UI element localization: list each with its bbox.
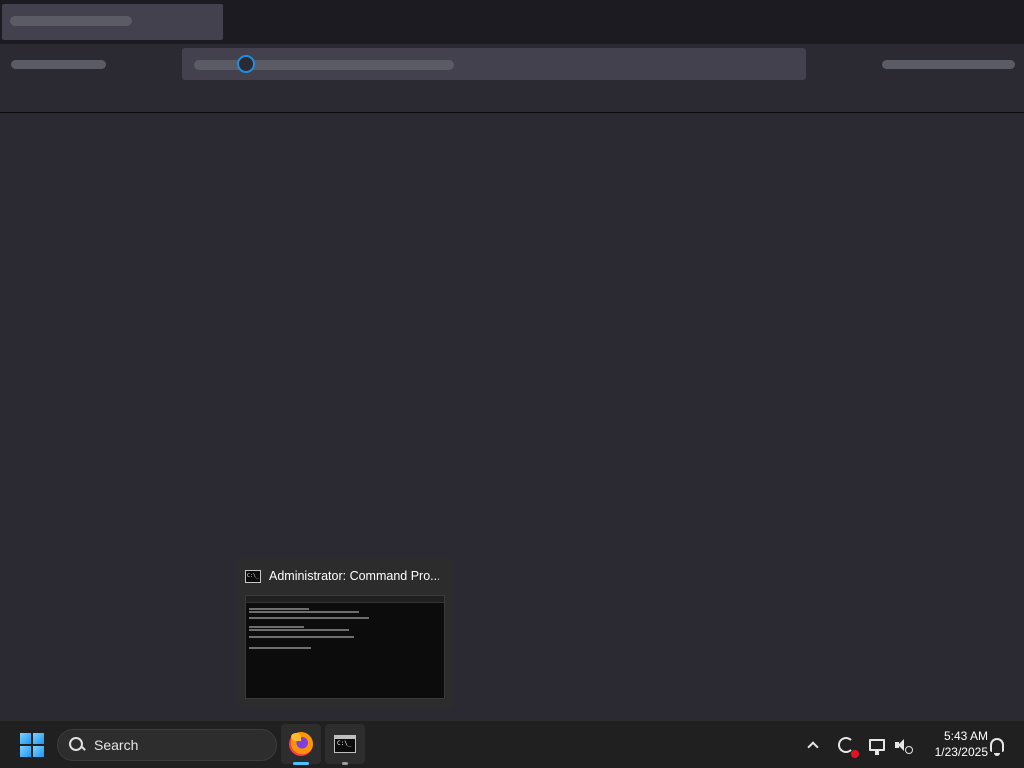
browser-tab-placeholder[interactable] [2, 4, 223, 40]
volume-button[interactable] [891, 733, 915, 757]
loading-spinner-icon [237, 55, 255, 73]
thumbnail-text-line [249, 611, 359, 613]
bell-icon [990, 738, 1004, 756]
windows-logo-icon [20, 733, 44, 757]
sync-icon [838, 737, 859, 758]
browser-content-area [0, 113, 1024, 720]
thumbnail-text-line [249, 647, 311, 649]
toolbar-menu-placeholder [882, 60, 1015, 69]
firefox-icon [289, 732, 313, 756]
search-label: Search [94, 737, 139, 753]
show-hidden-icons-button[interactable] [801, 733, 825, 757]
command-prompt-icon [245, 569, 261, 583]
taskbar-clock[interactable]: 5:43 AM 1/23/2025 [918, 728, 988, 760]
tab-title-placeholder [10, 16, 132, 26]
thumbnail-text-line [249, 629, 349, 631]
url-text-placeholder [194, 60, 454, 70]
chevron-up-icon [807, 741, 819, 753]
thumbnail-text-line [249, 626, 304, 628]
taskbar-thumbnail-preview[interactable]: Administrator: Command Pro... [237, 558, 454, 708]
nav-buttons-placeholder [11, 60, 106, 69]
taskbar-app-firefox[interactable] [281, 724, 321, 765]
network-icon [869, 739, 885, 755]
running-indicator [342, 762, 348, 765]
sync-status-button[interactable] [834, 733, 859, 758]
thumbnail-text-line [249, 617, 369, 619]
preview-window-thumbnail[interactable] [245, 595, 445, 699]
taskbar-app-command-prompt[interactable] [325, 724, 365, 765]
command-prompt-icon [334, 735, 356, 753]
network-button[interactable] [865, 733, 889, 757]
url-bar[interactable] [182, 48, 806, 80]
thumbnail-text-line [249, 608, 309, 610]
clock-date: 1/23/2025 [934, 745, 988, 759]
preview-title: Administrator: Command Pro... [269, 569, 439, 583]
notifications-button[interactable] [985, 733, 1009, 757]
taskbar-search-box[interactable]: Search [57, 729, 277, 761]
taskbar: Search 5:43 AM 1/23/2025 [0, 720, 1024, 768]
active-indicator [293, 762, 309, 765]
clock-time: 5:43 AM [943, 729, 988, 743]
search-icon [68, 736, 86, 754]
browser-toolbar [0, 44, 1024, 113]
browser-titlebar [0, 0, 1024, 44]
thumbnail-text-line [249, 636, 354, 638]
volume-muted-icon [895, 738, 913, 754]
thumbnail-titlebar [246, 596, 444, 603]
preview-header: Administrator: Command Pro... [245, 566, 445, 586]
start-button[interactable] [16, 729, 48, 761]
